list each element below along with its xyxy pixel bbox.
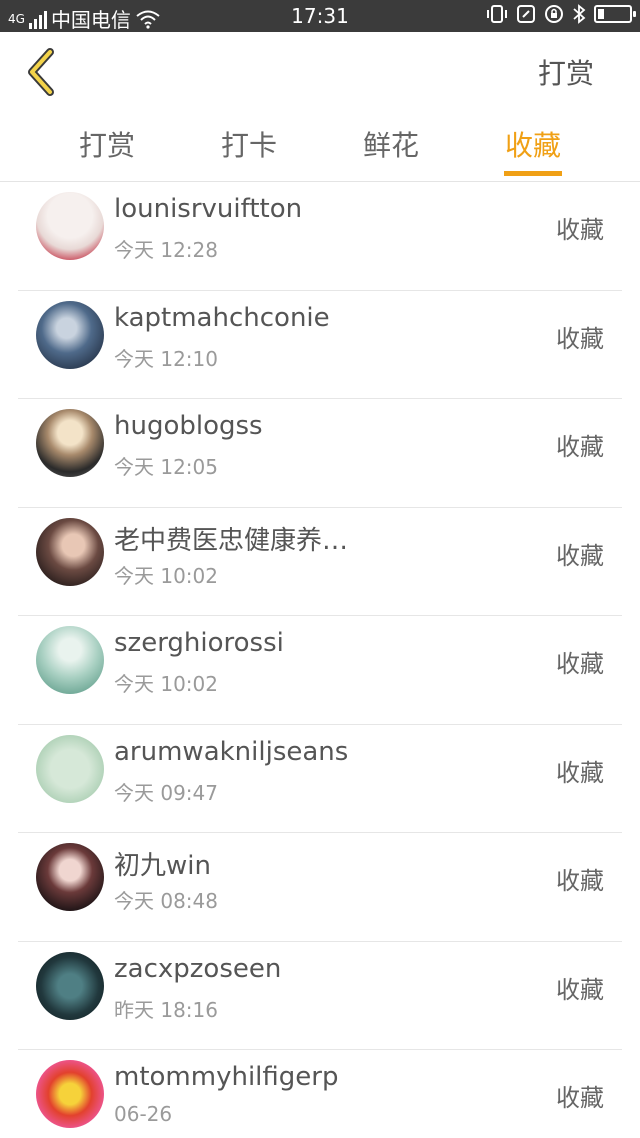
status-right — [486, 4, 636, 24]
list-item[interactable]: zacxpzoseen 昨天 18:16 收藏 — [0, 942, 640, 1050]
timestamp: 今天 12:28 — [114, 238, 218, 262]
tab-flowers[interactable]: 鲜花 — [341, 124, 441, 164]
avatar[interactable] — [36, 409, 104, 477]
avatar[interactable] — [36, 192, 104, 260]
timestamp: 今天 10:02 — [114, 563, 218, 588]
user-name: szerghiorossi — [114, 628, 284, 658]
list-item[interactable]: szerghiorossi 今天 10:02 收藏 — [0, 616, 640, 725]
tab-checkin[interactable]: 打卡 — [199, 124, 299, 164]
lock-icon — [545, 5, 563, 23]
avatar[interactable] — [36, 734, 104, 803]
favorite-label[interactable]: 收藏 — [556, 861, 604, 896]
reward-button[interactable]: 打赏 — [538, 52, 594, 92]
tab-underline — [504, 171, 562, 176]
user-name: 初九win — [114, 851, 211, 881]
timestamp: 今天 09:47 — [114, 780, 218, 805]
avatar[interactable] — [36, 300, 104, 369]
tab-label: 打赏 — [78, 129, 135, 162]
tab-favorites[interactable]: 收藏 — [483, 124, 583, 176]
user-name: kaptmahchconie — [114, 302, 330, 333]
list-item[interactable]: 老中费医忠健康养… 今天 10:02 收藏 — [0, 508, 640, 616]
favorite-label[interactable]: 收藏 — [556, 970, 604, 1005]
timestamp: 今天 12:10 — [114, 346, 218, 371]
user-name: lounisrvuiftton — [114, 194, 303, 224]
favorite-label[interactable]: 收藏 — [556, 753, 604, 788]
user-name: 老中费医忠健康养… — [114, 525, 349, 556]
timestamp: 06-26 — [114, 1102, 173, 1126]
favorite-label[interactable]: 收藏 — [556, 319, 604, 354]
avatar[interactable] — [36, 517, 104, 586]
timestamp: 今天 08:48 — [114, 889, 218, 913]
timestamp: 今天 10:02 — [114, 672, 218, 696]
list-item[interactable]: hugoblogss 今天 12:05 收藏 — [0, 399, 640, 508]
list-item[interactable]: 初九win 今天 08:48 收藏 — [0, 833, 640, 942]
avatar[interactable] — [36, 843, 104, 911]
timestamp: 昨天 18:16 — [114, 997, 218, 1022]
nfc-icon — [517, 5, 535, 23]
avatar[interactable] — [36, 951, 104, 1020]
back-button[interactable] — [20, 46, 64, 98]
favorites-list: lounisrvuiftton 今天 12:28 收藏 kaptmahchcon… — [0, 182, 640, 1138]
tab-label: 鲜花 — [362, 129, 419, 162]
list-item[interactable]: kaptmahchconie 今天 12:10 收藏 — [0, 291, 640, 399]
favorite-label[interactable]: 收藏 — [556, 427, 604, 462]
battery-icon — [594, 5, 636, 23]
vibrate-icon — [487, 5, 507, 23]
tab-label: 打卡 — [220, 129, 277, 162]
user-name: mtommyhilfigerp — [114, 1062, 339, 1092]
tab-bar: 打赏 打卡 鲜花 收藏 — [0, 112, 640, 182]
tab-label: 收藏 — [504, 129, 561, 162]
avatar[interactable] — [36, 626, 104, 694]
user-name: zacxpzoseen — [114, 953, 282, 984]
tab-reward[interactable]: 打赏 — [57, 124, 157, 164]
chevron-left-icon — [28, 48, 54, 96]
favorite-label[interactable]: 收藏 — [556, 644, 604, 679]
status-bar: 4G 中国电信 17:31 — [0, 0, 640, 32]
timestamp: 今天 12:05 — [114, 455, 218, 479]
list-item[interactable]: lounisrvuiftton 今天 12:28 收藏 — [0, 182, 640, 291]
favorite-label[interactable]: 收藏 — [556, 1078, 604, 1113]
bluetooth-icon — [573, 4, 586, 24]
header: 打赏 — [0, 32, 640, 112]
avatar[interactable] — [36, 1060, 104, 1128]
favorite-label[interactable]: 收藏 — [556, 536, 604, 571]
user-name: arumwakniljseans — [114, 736, 349, 767]
user-name: hugoblogss — [114, 411, 263, 441]
list-item[interactable]: arumwakniljseans 今天 09:47 收藏 — [0, 725, 640, 833]
list-item[interactable]: mtommyhilfigerp 06-26 收藏 — [0, 1050, 640, 1138]
favorite-label[interactable]: 收藏 — [556, 210, 604, 245]
